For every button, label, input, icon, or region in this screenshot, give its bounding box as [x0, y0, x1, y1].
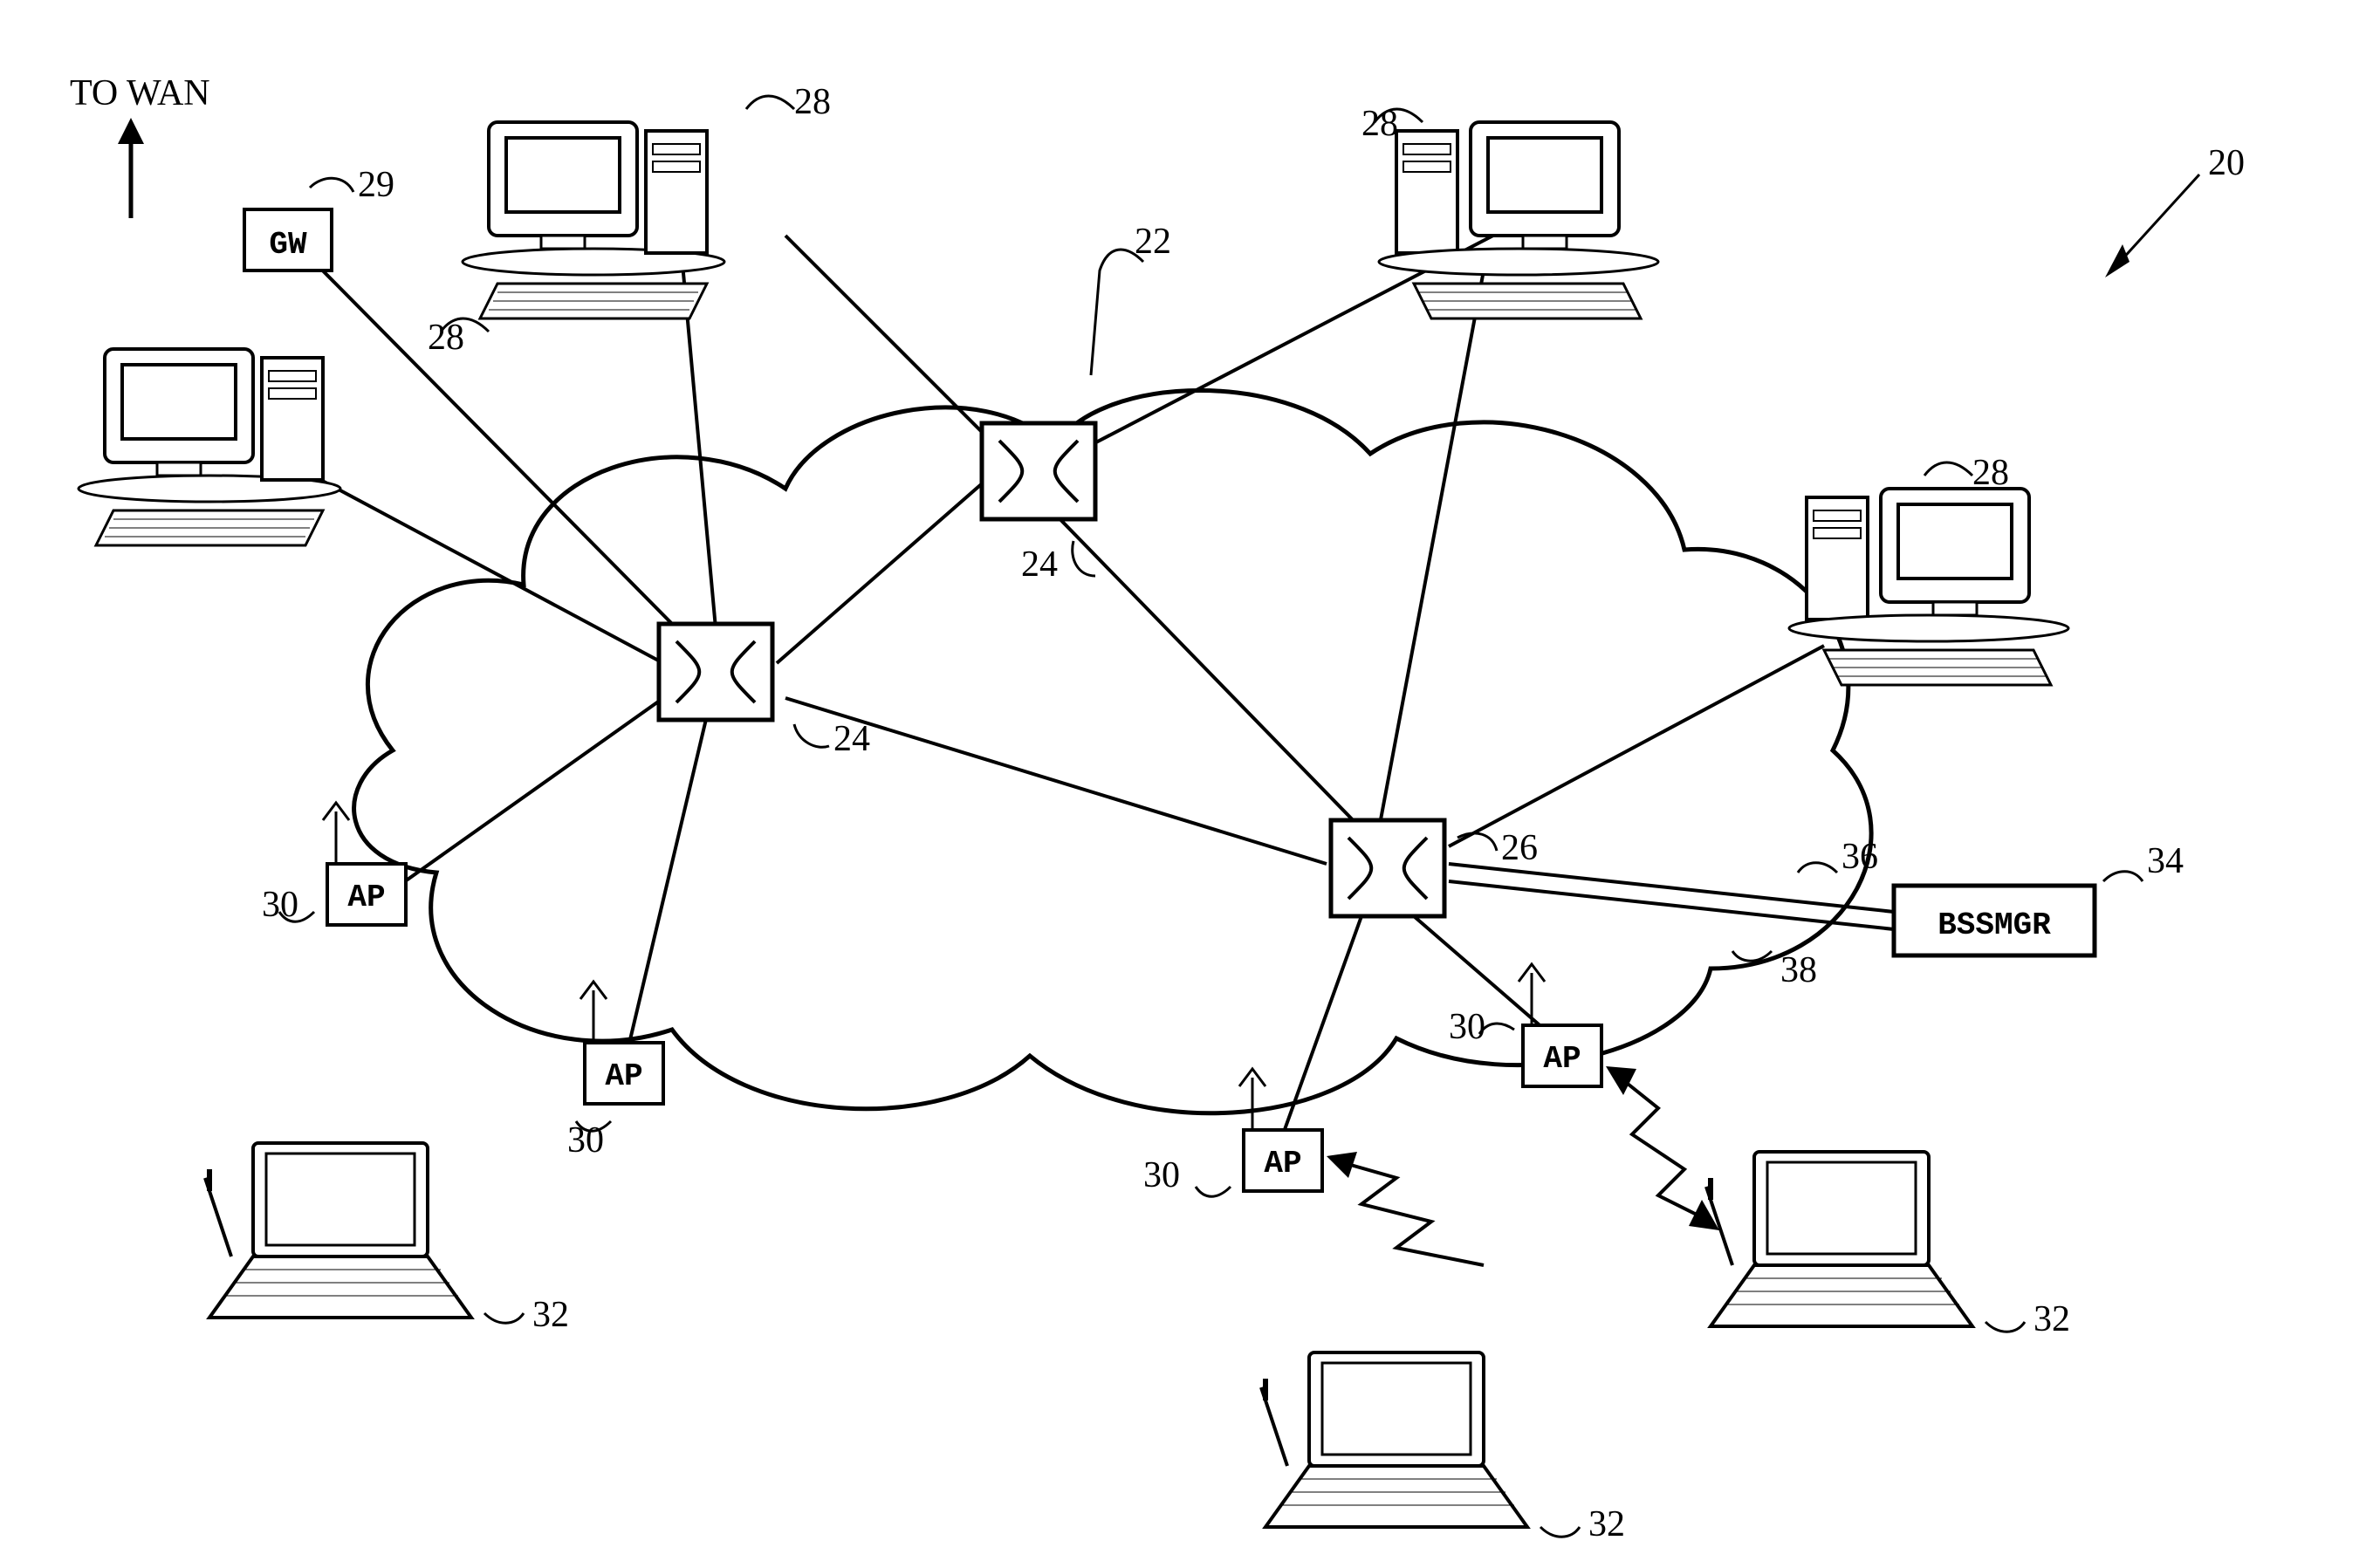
ref-38: 38 — [1780, 950, 1817, 990]
ap-1: AP — [323, 803, 406, 925]
ref-28c: 28 — [1361, 104, 1398, 144]
to-wan-label: TO WAN — [70, 73, 210, 113]
switch-24-left — [659, 624, 772, 720]
wireless-arrows — [1327, 1066, 1719, 1265]
desktop-top-right — [1379, 122, 1658, 318]
laptop-bottom-center — [1261, 1352, 1527, 1527]
laptop-left — [205, 1143, 471, 1318]
switch-24-top — [982, 423, 1095, 519]
ref-30b: 30 — [567, 1120, 604, 1161]
ref-28d: 28 — [1972, 453, 2009, 493]
ap-4: AP — [1519, 964, 1601, 1086]
gw-label: GW — [269, 227, 307, 263]
svg-text:AP: AP — [347, 880, 385, 915]
ref-30d: 30 — [1449, 1007, 1485, 1047]
gw-box: GW — [244, 209, 332, 270]
bssmgr-label: BSSMGR — [1937, 907, 2051, 943]
ref-24b: 24 — [1021, 544, 1058, 585]
laptop-right — [1706, 1152, 1972, 1326]
ref-30c: 30 — [1143, 1155, 1180, 1195]
svg-text:AP: AP — [1264, 1146, 1301, 1181]
ap-2: AP — [580, 982, 663, 1104]
ref-32a: 32 — [532, 1295, 569, 1335]
ref-24a: 24 — [833, 719, 870, 759]
ref-30a: 30 — [262, 885, 298, 925]
ref-29: 29 — [358, 165, 394, 205]
ref-34: 34 — [2147, 841, 2184, 881]
ap-3: AP — [1239, 1069, 1322, 1191]
to-wan-arrow — [118, 118, 144, 218]
ref-28b: 28 — [794, 82, 831, 122]
desktop-far-right — [1789, 489, 2068, 685]
svg-text:AP: AP — [1543, 1041, 1581, 1077]
ref-32b: 32 — [1588, 1504, 1625, 1544]
desktop-top-left — [463, 122, 724, 318]
switch-26 — [1331, 820, 1444, 916]
ref-26: 26 — [1501, 828, 1538, 868]
ref-28a: 28 — [428, 318, 464, 358]
ref-22: 22 — [1135, 222, 1171, 262]
bssmgr-box: BSSMGR — [1894, 886, 2095, 955]
cloud-22 — [354, 391, 1871, 1113]
ref-20: 20 — [2208, 143, 2245, 183]
ref-32c: 32 — [2034, 1299, 2070, 1339]
desktop-far-left — [79, 349, 340, 545]
svg-text:AP: AP — [605, 1058, 642, 1094]
ref-36: 36 — [1841, 837, 1878, 877]
